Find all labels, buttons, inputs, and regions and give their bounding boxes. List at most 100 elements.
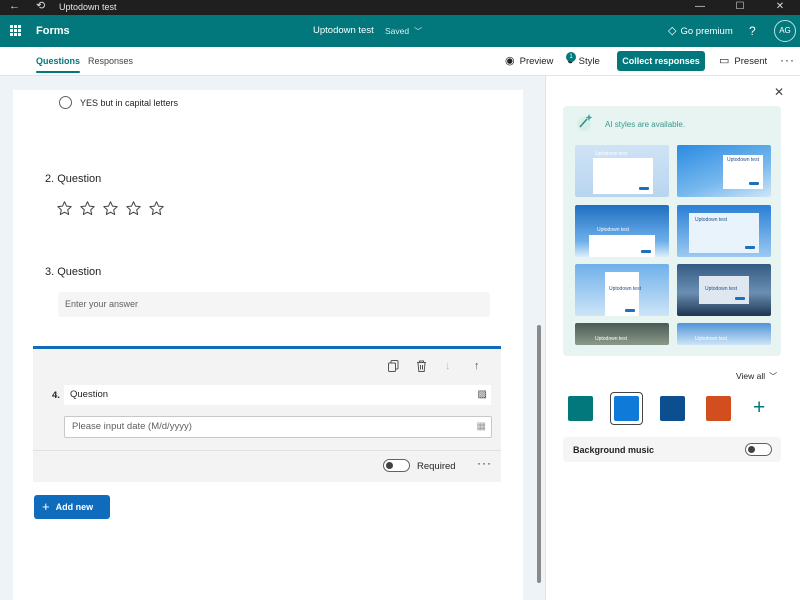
app-launcher-icon[interactable] — [10, 25, 21, 36]
back-icon[interactable]: ← — [9, 0, 20, 15]
save-state[interactable]: Saved ﹀ — [385, 15, 422, 48]
question-2-title[interactable]: 2. Question — [45, 173, 101, 185]
add-new-label: Add new — [55, 502, 94, 512]
insert-media-icon[interactable]: ▨ — [478, 385, 487, 405]
theme-preview-button — [749, 182, 759, 185]
tab-responses[interactable]: Responses — [88, 47, 133, 76]
window-title: Uptodown test — [59, 2, 117, 12]
scrollbar-thumb[interactable] — [537, 325, 541, 583]
theme-title: Uptodown test — [597, 227, 629, 233]
theme-thumbnail[interactable]: Uptodown test — [677, 323, 771, 345]
app-header: Forms Uptodown test Saved ﹀ ◇ Go premium ?… — [0, 15, 800, 47]
star-icon[interactable] — [102, 200, 119, 217]
theme-title: Uptodown test — [705, 286, 737, 292]
refresh-icon[interactable]: ⟲ — [36, 0, 45, 15]
date-placeholder: Please input date (M/d/yyyy) — [72, 421, 192, 432]
theme-title: Uptodown test — [595, 336, 627, 342]
chevron-down-icon: ﹀ — [414, 27, 423, 36]
command-bar: Questions Responses ◉Preview ◕Style Coll… — [0, 47, 800, 76]
move-up-icon[interactable]: ↑ — [474, 360, 480, 372]
go-premium-button[interactable]: ◇ Go premium — [668, 15, 733, 48]
theme-title: Uptodown test — [695, 217, 727, 223]
minimize-button[interactable]: — — [680, 0, 720, 15]
star-icon[interactable] — [125, 200, 142, 217]
calendar-icon[interactable]: ▦ — [477, 417, 486, 437]
star-icon[interactable] — [148, 200, 165, 217]
theme-thumbnail[interactable]: Uptodown test — [575, 205, 669, 257]
eye-icon: ◉ — [505, 55, 515, 67]
background-music-label: Background music — [573, 445, 655, 455]
theme-preview-button — [639, 187, 649, 190]
present-label: Present — [734, 56, 768, 67]
app-brand[interactable]: Forms — [36, 15, 70, 47]
star-icon[interactable] — [79, 200, 96, 217]
theme-thumbnail[interactable]: Uptodown test — [677, 145, 771, 197]
theme-thumbnail[interactable]: Uptodown test — [677, 264, 771, 316]
required-label: Required — [417, 461, 456, 472]
ai-sparkle-icon — [577, 114, 593, 131]
theme-preview-button — [735, 297, 745, 300]
toggle-knob — [748, 446, 755, 453]
color-swatch[interactable] — [568, 396, 593, 421]
chevron-down-icon: ﹀ — [769, 372, 778, 381]
toggle-knob — [386, 462, 393, 469]
close-pane-icon[interactable]: ✕ — [774, 85, 784, 99]
rating-stars[interactable] — [56, 200, 171, 220]
question-4-title-input[interactable]: Question ▨ — [64, 385, 491, 405]
tab-questions[interactable]: Questions — [36, 47, 81, 76]
date-input[interactable]: Please input date (M/d/yyyy) ▦ — [64, 416, 492, 438]
background-music-toggle[interactable] — [745, 443, 772, 456]
form-canvas — [13, 90, 523, 600]
theme-preview-button — [641, 250, 651, 253]
theme-title: Uptodown test — [695, 336, 727, 342]
monitor-icon: ▭ — [719, 55, 730, 67]
present-button[interactable]: ▭ Present — [719, 47, 767, 76]
theme-title: Uptodown test — [609, 286, 641, 292]
theme-thumbnail[interactable]: Uptodown test — [677, 205, 771, 257]
view-all-label: View all — [736, 371, 766, 381]
close-window-button[interactable]: ✕ — [760, 0, 800, 15]
move-down-icon[interactable]: ↓ — [445, 360, 451, 372]
more-options-icon[interactable]: ··· — [780, 47, 795, 74]
add-color-button[interactable]: + — [753, 397, 765, 419]
style-label: Style — [578, 56, 600, 67]
option-radio[interactable] — [59, 96, 72, 109]
add-new-button[interactable]: + Add new — [34, 495, 110, 519]
maximize-button[interactable]: ☐ — [720, 0, 760, 15]
theme-thumbnail[interactable]: Uptodown test — [575, 323, 669, 345]
form-title[interactable]: Uptodown test — [313, 15, 374, 47]
go-premium-label: Go premium — [680, 26, 733, 37]
help-button[interactable]: ? — [749, 15, 756, 47]
card-divider — [33, 450, 501, 451]
required-toggle[interactable] — [383, 459, 410, 472]
style-badge: 1 — [566, 52, 576, 62]
color-swatch[interactable] — [706, 396, 731, 421]
plus-icon: + — [42, 499, 50, 514]
theme-preview-card — [589, 235, 655, 257]
avatar[interactable]: AG — [774, 20, 796, 42]
theme-title: Uptodown test — [727, 157, 759, 163]
preview-label: Preview — [519, 56, 554, 67]
preview-button[interactable]: ◉ Preview — [505, 47, 553, 76]
theme-title: Uptodown test — [595, 151, 627, 157]
ai-styles-label: AI styles are available. — [605, 120, 686, 129]
question-4-title: Question — [70, 389, 109, 400]
question-more-icon[interactable]: ··· — [477, 456, 492, 470]
delete-icon[interactable] — [416, 360, 427, 375]
save-state-label: Saved — [385, 26, 410, 36]
collect-responses-button[interactable]: Collect responses — [617, 51, 705, 71]
theme-preview-button — [745, 246, 755, 249]
theme-preview-button — [625, 309, 635, 312]
view-all-button[interactable]: View all ﹀ — [736, 371, 777, 382]
color-swatch[interactable] — [660, 396, 685, 421]
selected-swatch-ring — [610, 392, 643, 425]
answer-input[interactable]: Enter your answer — [58, 292, 490, 317]
star-icon[interactable] — [56, 200, 73, 217]
diamond-icon: ◇ — [668, 25, 677, 37]
question-3-title[interactable]: 3. Question — [45, 266, 101, 278]
copy-icon[interactable] — [388, 360, 399, 375]
theme-thumbnail[interactable]: Uptodown test — [575, 145, 669, 197]
option-label: YES but in capital letters — [80, 98, 179, 108]
theme-thumbnail[interactable]: Uptodown test — [575, 264, 669, 316]
question-4-number: 4. — [52, 390, 60, 401]
